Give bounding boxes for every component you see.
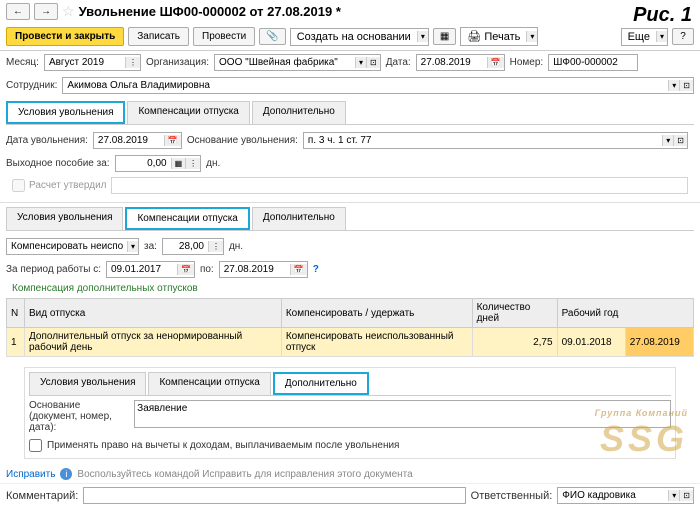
tab2-dopolnitelno[interactable]: Дополнительно: [252, 207, 346, 230]
vyhodnoe-field[interactable]: ▦⋮: [115, 155, 202, 172]
comp-section-title: Компенсация дополнительных отпусков: [6, 281, 694, 296]
forward-button[interactable]: →: [34, 3, 58, 20]
dismiss-date-label: Дата увольнения:: [6, 135, 88, 146]
help-icon[interactable]: ?: [313, 264, 319, 275]
comment-field[interactable]: [83, 487, 465, 504]
raschet-label: Расчет утвердил: [29, 180, 107, 191]
figure-label: Рис. 1: [633, 4, 692, 27]
col-komp: Компенсировать / удержать: [281, 299, 472, 328]
sozdat-dropdown[interactable]: Создать на основании▾: [290, 28, 429, 46]
otv-field[interactable]: ▾⊡: [557, 487, 694, 504]
employee-field[interactable]: ▾⊡: [62, 77, 694, 94]
osnovanie-field[interactable]: ▾⊡: [303, 132, 688, 149]
tab-kompensacii[interactable]: Компенсации отпуска: [127, 101, 249, 124]
month-field[interactable]: ⋮: [44, 54, 141, 71]
attach-button[interactable]: 📎: [259, 28, 285, 45]
raschet-checkbox: [12, 179, 25, 192]
col-vid: Вид отпуска: [25, 299, 282, 328]
org-field[interactable]: ▾⊡: [214, 54, 381, 71]
month-label: Месяц:: [6, 57, 39, 68]
tab-dopolnitelno[interactable]: Дополнительно: [252, 101, 346, 124]
period-label: За период работы с:: [6, 264, 101, 275]
tab3-dopolnitelno[interactable]: Дополнительно: [273, 372, 369, 395]
provesti-button[interactable]: Провести: [193, 27, 255, 46]
calc-button[interactable]: ▦: [433, 28, 456, 45]
col-days: Количество дней: [472, 299, 557, 328]
date-label: Дата:: [386, 57, 411, 68]
tabs-2: Условия увольнения Компенсации отпуска Д…: [6, 207, 694, 231]
favorite-icon[interactable]: ☆: [62, 3, 75, 20]
vychety-checkbox[interactable]: [29, 439, 42, 452]
tab2-usloviya[interactable]: Условия увольнения: [6, 207, 123, 230]
tab-usloviya[interactable]: Условия увольнения: [6, 101, 125, 124]
po-label: по:: [200, 264, 214, 275]
date-field[interactable]: 📅: [416, 54, 505, 71]
vychety-label: Применять право на вычеты к доходам, вып…: [47, 440, 399, 451]
tab3-usloviya[interactable]: Условия увольнения: [29, 372, 146, 395]
org-label: Организация:: [146, 57, 209, 68]
period-from-field[interactable]: 📅: [106, 261, 195, 278]
eshche-dropdown[interactable]: Еще▾: [621, 28, 668, 46]
comp-days-field[interactable]: ⋮: [162, 238, 224, 255]
tab3-kompensacii[interactable]: Компенсации отпуска: [148, 372, 270, 395]
back-button[interactable]: ←: [6, 3, 30, 20]
document-title: Увольнение ШФ00-000002 от 27.08.2019 *: [79, 4, 694, 19]
za-label: за:: [144, 241, 157, 252]
dop-osn-field[interactable]: Заявление: [134, 400, 671, 428]
dn-label: дн.: [206, 158, 220, 169]
vyhodnoe-label: Выходное пособие за:: [6, 158, 110, 169]
dn-label-2: дн.: [229, 241, 243, 252]
pechat-dropdown[interactable]: 🖨 Печать▾: [460, 27, 538, 46]
col-year: Рабочий год: [557, 299, 693, 328]
period-to-field[interactable]: 📅: [219, 261, 308, 278]
ispravit-hint: Воспользуйтесь командой Исправить для ис…: [77, 469, 412, 480]
dismiss-date-field[interactable]: 📅: [93, 132, 182, 149]
info-icon: i: [60, 468, 72, 480]
zapisat-button[interactable]: Записать: [128, 27, 189, 46]
tab2-kompensacii[interactable]: Компенсации отпуска: [125, 207, 249, 230]
watermark: Группа Компаний SSG: [595, 408, 688, 460]
ispravit-link[interactable]: Исправить: [6, 469, 55, 480]
comp-table: N Вид отпуска Компенсировать / удержать …: [6, 298, 694, 357]
raschet-field: [111, 177, 688, 194]
tabs-1: Условия увольнения Компенсации отпуска Д…: [6, 101, 694, 125]
col-n: N: [7, 299, 25, 328]
help-button[interactable]: ?: [672, 28, 694, 45]
comp-mode-field[interactable]: ▾: [6, 238, 139, 255]
employee-label: Сотрудник:: [6, 80, 57, 91]
number-field[interactable]: [548, 54, 638, 71]
table-row[interactable]: 1 Дополнительный отпуск за ненормированн…: [7, 328, 694, 357]
provesti-zakryt-button[interactable]: Провести и закрыть: [6, 27, 124, 46]
osnovanie-label: Основание увольнения:: [187, 135, 298, 146]
number-label: Номер:: [510, 57, 544, 68]
dop-osn-label: Основание (документ, номер, дата):: [29, 400, 129, 433]
tabs-3: Условия увольнения Компенсации отпуска Д…: [29, 372, 671, 396]
